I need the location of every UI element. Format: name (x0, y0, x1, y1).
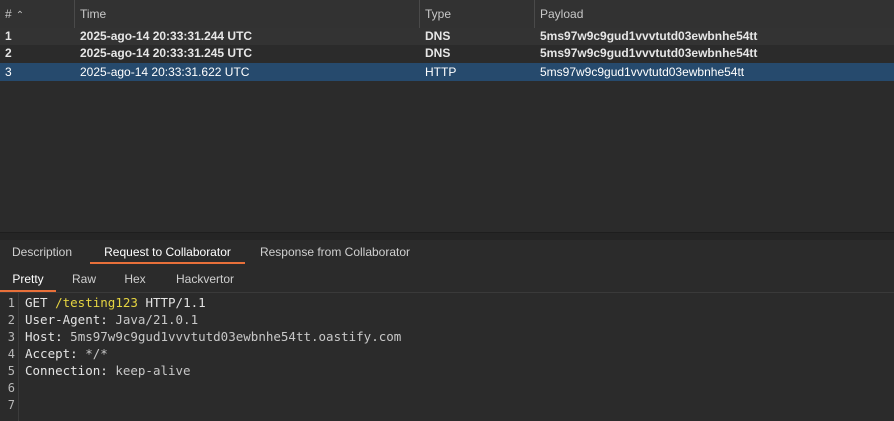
header-value: */* (85, 346, 108, 361)
request-editor[interactable]: 1 2 3 4 5 6 7 GET /testing123 HTTP/1.1 U… (0, 293, 894, 421)
row-number: 1 (5, 29, 12, 43)
header-name: Host: (25, 329, 63, 344)
row-time: 2025-ago-14 20:33:31.622 UTC (80, 65, 250, 79)
tab-description[interactable]: Description (0, 240, 84, 264)
table-header: # ⌃ Time Type Payload (0, 0, 894, 29)
row-payload: 5ms97w9c9gud1vvvtutd03ewbnhe54tt (540, 29, 758, 43)
tab-pretty[interactable]: Pretty (0, 264, 56, 292)
line-number: 5 (7, 364, 15, 378)
tab-response-from-collaborator[interactable]: Response from Collaborator (250, 240, 420, 264)
column-header-label: # (5, 7, 12, 21)
tab-hex[interactable]: Hex (112, 264, 158, 292)
row-type: DNS (425, 29, 451, 43)
row-time: 2025-ago-14 20:33:31.245 UTC (80, 46, 253, 60)
line-number: 3 (7, 330, 15, 344)
column-header-payload[interactable]: Payload (535, 0, 894, 28)
row-time: 2025-ago-14 20:33:31.244 UTC (80, 29, 253, 43)
header-name: Connection: (25, 363, 108, 378)
column-header-number[interactable]: # ⌃ (0, 0, 75, 28)
row-type: HTTP (425, 65, 457, 79)
row-payload: 5ms97w9c9gud1vvvtutd03ewbnhe54tt (540, 65, 745, 79)
row-number: 2 (5, 46, 12, 60)
tab-raw[interactable]: Raw (62, 264, 106, 292)
column-header-label: Time (80, 7, 107, 21)
request-protocol: HTTP/1.1 (145, 295, 206, 310)
tab-request-to-collaborator[interactable]: Request to Collaborator (90, 240, 245, 264)
line-number: 4 (7, 347, 15, 361)
column-header-type[interactable]: Type (420, 0, 535, 28)
line-number-gutter: 1 2 3 4 5 6 7 (0, 293, 19, 421)
table-row-selected[interactable]: 3 2025-ago-14 20:33:31.622 UTC HTTP 5ms9… (0, 63, 894, 81)
column-header-label: Payload (540, 7, 584, 21)
column-header-label: Type (425, 7, 452, 21)
line-number: 6 (7, 381, 15, 395)
request-method: GET (25, 295, 48, 310)
header-line: User-Agent: Java/21.0.1 (25, 311, 198, 328)
request-path: /testing123 (55, 295, 138, 310)
header-name: Accept: (25, 346, 78, 361)
chevron-up-icon[interactable]: ⌃ (16, 2, 24, 30)
header-line: Host: 5ms97w9c9gud1vvvtutd03ewbnhe54tt.o… (25, 328, 401, 345)
header-name: User-Agent: (25, 312, 108, 327)
detail-tab-bar: Description Request to Collaborator Resp… (0, 240, 894, 264)
collaborator-panel: # ⌃ Time Type Payload 1 2025-ago-14 20:33… (0, 0, 894, 421)
request-line: GET /testing123 HTTP/1.1 (25, 294, 206, 311)
header-value: Java/21.0.1 (115, 312, 199, 327)
line-number: 7 (7, 398, 15, 412)
tab-hackvertor[interactable]: Hackvertor (164, 264, 246, 292)
row-payload: 5ms97w9c9gud1vvvtutd03ewbnhe54tt (540, 46, 758, 60)
column-header-time[interactable]: Time (75, 0, 420, 28)
row-number: 3 (5, 65, 12, 79)
interactions-table: # ⌃ Time Type Payload 1 2025-ago-14 20:33… (0, 0, 894, 232)
header-line: Connection: keep-alive (25, 362, 191, 379)
header-value: keep-alive (115, 363, 191, 378)
header-value: 5ms97w9c9gud1vvvtutd03ewbnhe54tt.oastify… (70, 329, 402, 344)
line-number: 1 (7, 296, 15, 310)
header-line: Accept: */* (25, 345, 108, 362)
row-type: DNS (425, 46, 451, 60)
table-row[interactable]: 1 2025-ago-14 20:33:31.244 UTC DNS 5ms97… (0, 28, 894, 45)
table-row[interactable]: 2 2025-ago-14 20:33:31.245 UTC DNS 5ms97… (0, 45, 894, 62)
view-tab-bar: Pretty Raw Hex Hackvertor (0, 264, 894, 293)
line-number: 2 (7, 313, 15, 327)
